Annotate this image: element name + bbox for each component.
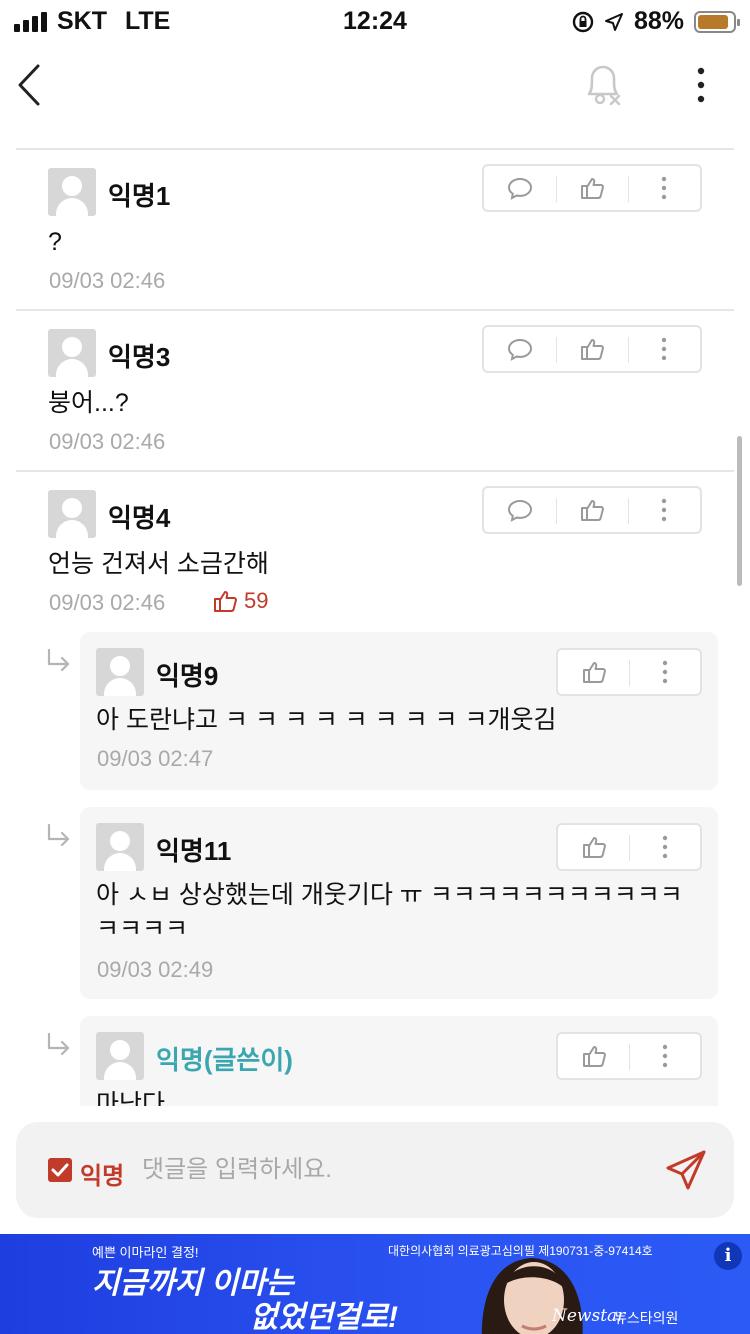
- reply-button[interactable]: [484, 166, 556, 210]
- rotation-lock-icon: [572, 11, 594, 32]
- avatar: [96, 648, 144, 696]
- comment-item: 익명1 ? 09/03 02:46: [16, 148, 734, 310]
- avatar: [48, 329, 96, 377]
- thumbs-up-icon: [582, 837, 606, 858]
- scrollbar[interactable]: [737, 436, 742, 586]
- comment-input[interactable]: [142, 1148, 642, 1192]
- reply-text: 마난다: [96, 1090, 166, 1106]
- more-options-button[interactable]: [684, 62, 718, 108]
- comment-input-bar: 익명: [16, 1122, 734, 1218]
- reply-text-line2: ㅋㅋㅋㅋ: [96, 915, 189, 943]
- avatar: [48, 168, 96, 216]
- chevron-left-icon: [18, 64, 40, 106]
- thumbs-up-icon: [214, 591, 237, 612]
- ad-banner[interactable]: 예쁜 이마라인 결정! 지금까지 이마는 없었던걸로! 대한의사협회 의료광고심…: [0, 1234, 750, 1334]
- status-bar: SKT LTE 12:24 88%: [0, 0, 750, 40]
- speech-bubble-icon: [507, 338, 533, 361]
- anonymous-checkbox[interactable]: [48, 1158, 72, 1182]
- more-vertical-icon: [661, 498, 667, 522]
- battery-icon: [694, 10, 740, 33]
- like-count-value: 59: [244, 588, 269, 613]
- like-button[interactable]: [556, 488, 628, 532]
- like-button[interactable]: [558, 1034, 629, 1078]
- comment-date: 09/03 02:46: [49, 429, 166, 454]
- comment-item: 익명4 언능 건져서 소금간해 09/03 02:46 59: [16, 470, 734, 632]
- bell-off-icon: [587, 65, 621, 106]
- comment-date: 09/03 02:46: [49, 590, 166, 615]
- ad-brand-name: 뉴스타의원: [614, 1310, 679, 1326]
- reply-author: 익명11: [156, 836, 232, 866]
- comment-author: 익명3: [108, 342, 171, 372]
- status-right: 88%: [572, 7, 740, 36]
- more-vertical-icon: [661, 337, 667, 361]
- comment-more-button[interactable]: [628, 166, 700, 210]
- comment-actions: [482, 164, 702, 212]
- battery-percent: 88%: [633, 7, 684, 35]
- reply-actions: [556, 823, 702, 871]
- send-icon: [666, 1150, 706, 1190]
- reply-item: 익명11 아 ㅅㅂ 상상했는데 개웃기다 ㅠ ㅋㅋㅋㅋㅋㅋㅋㅋㅋㅋㅋ ㅋㅋㅋㅋ …: [80, 807, 718, 999]
- like-button[interactable]: [558, 825, 629, 869]
- ad-info-button[interactable]: i: [714, 1242, 742, 1270]
- comment-more-button[interactable]: [628, 327, 700, 371]
- comment-list[interactable]: 익명1 ? 09/03 02:46 익명3 붕어...? 09/03 02:46…: [0, 148, 750, 1106]
- thumbs-up-icon: [581, 500, 604, 521]
- checkmark-icon: [51, 1163, 69, 1177]
- battery-fill: [698, 14, 728, 29]
- location-icon: [604, 12, 623, 31]
- avatar: [48, 490, 96, 538]
- like-button[interactable]: [558, 650, 629, 694]
- reply-item: 익명9 아 도란냐고 ㅋ ㅋ ㅋ ㅋ ㅋ ㅋ ㅋ ㅋ ㅋ개웃김 09/03 02…: [80, 632, 718, 790]
- comment-text: 언능 건져서 소금간해: [48, 550, 269, 578]
- thumbs-up-icon: [581, 339, 604, 360]
- top-nav: [0, 40, 750, 130]
- reply-more-button[interactable]: [629, 650, 700, 694]
- reply-author-op: 익명(글쓴이): [156, 1045, 293, 1075]
- thumbs-up-icon: [582, 662, 606, 683]
- comment-author: 익명4: [108, 503, 171, 533]
- reply-actions: [556, 648, 702, 696]
- thumbs-up-icon: [582, 1046, 606, 1067]
- reply-actions: [556, 1032, 702, 1080]
- anonymous-label[interactable]: 익명: [80, 1156, 124, 1191]
- speech-bubble-icon: [507, 177, 533, 200]
- notification-toggle-button[interactable]: [580, 60, 626, 110]
- avatar: [96, 823, 144, 871]
- reply-arrow-icon: [47, 1032, 70, 1056]
- like-count: 59: [212, 588, 268, 614]
- reply-button[interactable]: [484, 488, 556, 532]
- comment-text: ?: [48, 228, 62, 256]
- reply-more-button[interactable]: [629, 825, 700, 869]
- more-vertical-icon: [662, 660, 667, 684]
- back-button[interactable]: [14, 62, 54, 108]
- more-vertical-icon: [662, 1044, 667, 1068]
- more-vertical-icon: [662, 835, 667, 859]
- speech-bubble-icon: [507, 499, 533, 522]
- more-vertical-icon: [697, 67, 705, 103]
- like-button[interactable]: [556, 327, 628, 371]
- comment-actions: [482, 325, 702, 373]
- reply-text-line1: 아 ㅅㅂ 상상했는데 개웃기다 ㅠ ㅋㅋㅋㅋㅋㅋㅋㅋㅋㅋㅋ: [96, 881, 683, 909]
- send-button[interactable]: [664, 1148, 708, 1192]
- comment-actions: [482, 486, 702, 534]
- reply-arrow-icon: [47, 648, 70, 672]
- more-vertical-icon: [661, 176, 667, 200]
- reply-author: 익명9: [156, 661, 219, 691]
- like-button[interactable]: [556, 166, 628, 210]
- reply-more-button[interactable]: [629, 1034, 700, 1078]
- avatar: [96, 1032, 144, 1080]
- comment-item: 익명3 붕어...? 09/03 02:46: [16, 309, 734, 471]
- reply-date: 09/03 02:47: [97, 746, 214, 771]
- reply-date: 09/03 02:49: [97, 957, 214, 982]
- reply-item: 익명(글쓴이) 마난다: [80, 1016, 718, 1106]
- ad-headline-2: 없었던걸로!: [250, 1301, 398, 1334]
- thumbs-up-icon: [581, 178, 604, 199]
- comment-date: 09/03 02:46: [49, 268, 166, 293]
- reply-button[interactable]: [484, 327, 556, 371]
- comment-text: 붕어...?: [48, 389, 129, 417]
- reply-arrow-icon: [47, 823, 70, 847]
- comment-author: 익명1: [108, 181, 171, 211]
- comment-more-button[interactable]: [628, 488, 700, 532]
- reply-text: 아 도란냐고 ㅋ ㅋ ㅋ ㅋ ㅋ ㅋ ㅋ ㅋ ㅋ개웃김: [96, 706, 557, 734]
